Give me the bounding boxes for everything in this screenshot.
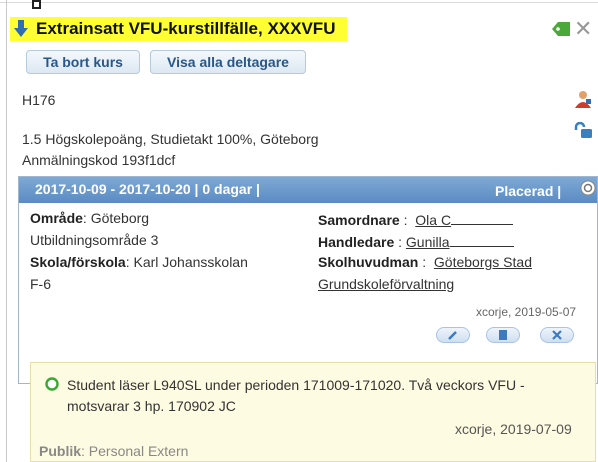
principal-label: Skolhuvudman [318,254,419,270]
frame-top-border [0,2,598,3]
school-line2: F-6 [30,276,51,292]
school-label: Skola/förskola [30,254,126,270]
delete-button[interactable] [540,327,574,343]
person-icon[interactable] [574,90,592,113]
close-icon[interactable]: ✕ [574,18,592,40]
audience-value: : Personal Extern [81,443,189,459]
supervisor-redacted [449,232,514,247]
title-bar: Extrainsatt VFU-kurstillfälle, XXXVFU [10,14,348,44]
area-value: : Göteborg [82,210,150,226]
principal-line2-link[interactable]: Grundskoleförvaltning [318,276,454,292]
supervisor-link[interactable]: Gunilla [406,234,450,250]
school-field: Skola/förskola: Karl Johansskolan [30,254,248,270]
unlock-icon[interactable] [573,121,593,143]
tag-icon[interactable] [552,22,570,41]
note-modified: xcorje, 2019-07-09 [455,421,572,437]
document-icon [499,330,507,340]
supervisor-field: Handledare : Gunilla [318,232,514,250]
supervisor-label: Handledare [318,234,395,250]
help-icon[interactable] [580,180,596,201]
course-details: 1.5 Högskolepoäng, Studietakt 100%, Göte… [22,131,319,147]
delete-icon [552,330,562,340]
title-highlight: Extrainsatt VFU-kurstillfälle, XXXVFU [10,17,348,41]
coordinator-link[interactable]: Ola C [415,212,451,228]
check-circle-icon [45,377,59,396]
placement-modified: xcorje, 2019-05-07 [476,305,577,319]
note-box: Student läser L940SL under perioden 1710… [30,362,596,462]
placement-panel: 2017-10-09 - 2017-10-20 | 0 dagar | Plac… [18,176,598,384]
show-all-participants-button[interactable]: Visa alla deltagare [150,50,306,74]
placement-header: 2017-10-09 - 2017-10-20 | 0 dagar | Plac… [19,177,597,203]
note-text: Student läser L940SL under perioden 1710… [67,377,525,414]
area-label: Område [30,210,83,226]
note-audience: Publik: Personal Extern [39,443,188,459]
coordinator-redacted [451,210,514,225]
placement-status: Placerad | [495,183,562,199]
principal-field: Skolhuvudman : Göteborgs Stad [318,254,532,270]
course-code: H176 [22,92,56,108]
audience-label: Publik [39,443,82,459]
placement-date-range: 2017-10-09 - 2017-10-20 | 0 dagar | [35,181,260,197]
registration-code: Anmälningskod 193f1dcf [22,152,176,168]
school-value: : Karl Johansskolan [125,254,248,270]
pencil-icon [448,331,457,340]
frame-left-border [6,0,7,462]
principal-link[interactable]: Göteborgs Stad [434,254,532,270]
area-line2: Utbildningsområde 3 [30,232,159,248]
page-title: Extrainsatt VFU-kurstillfälle, XXXVFU [36,19,336,38]
coordinator-field: Samordnare : Ola C [318,210,514,228]
checkbox-square[interactable] [32,0,41,9]
coordinator-label: Samordnare [318,212,400,228]
edit-button[interactable] [436,327,470,343]
arrow-down-icon[interactable] [14,20,30,38]
area-field: Område: Göteborg [30,210,149,226]
view-button[interactable] [486,327,520,343]
remove-course-button[interactable]: Ta bort kurs [26,50,140,74]
